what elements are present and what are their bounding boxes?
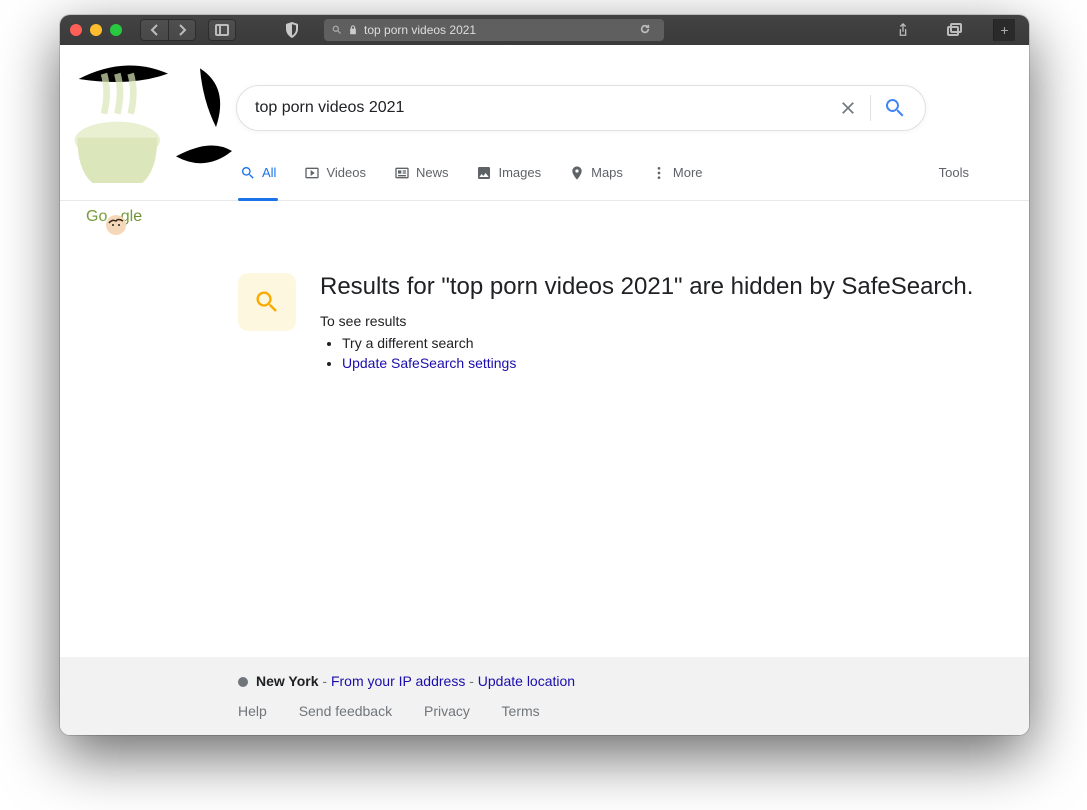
tab-videos-label: Videos xyxy=(326,165,366,180)
video-icon xyxy=(304,165,320,181)
privacy-shield-icon[interactable] xyxy=(278,19,306,41)
notice-bullet-1: Try a different search xyxy=(342,335,973,351)
search-icon xyxy=(883,96,907,120)
share-button[interactable] xyxy=(889,19,917,41)
tab-all-label: All xyxy=(262,165,276,180)
address-bar[interactable]: top porn videos 2021 xyxy=(324,19,664,41)
search-header: Go ogle xyxy=(60,45,1029,145)
search-divider xyxy=(870,95,871,121)
window-controls xyxy=(70,24,122,36)
google-doodle-logo[interactable]: Go ogle xyxy=(72,63,232,143)
image-icon xyxy=(476,165,492,181)
search-box xyxy=(236,85,926,131)
page-content: Go ogle xyxy=(60,45,1029,735)
location-info: New York - From your IP address - Update… xyxy=(238,673,1029,689)
footer-sep2: - xyxy=(465,673,477,689)
safesearch-notice: Results for "top porn videos 2021" are h… xyxy=(238,273,1029,375)
tab-news-label: News xyxy=(416,165,449,180)
search-button[interactable] xyxy=(873,88,917,128)
tab-more[interactable]: More xyxy=(649,145,705,200)
update-location-link[interactable]: Update location xyxy=(478,673,575,689)
tools-button[interactable]: Tools xyxy=(939,165,969,180)
address-search-icon xyxy=(332,25,342,35)
map-pin-icon xyxy=(569,165,585,181)
location-city: New York xyxy=(256,673,319,689)
window-maximize-button[interactable] xyxy=(110,24,122,36)
page-footer: New York - From your IP address - Update… xyxy=(60,657,1029,735)
nav-buttons xyxy=(140,19,196,41)
tab-videos[interactable]: Videos xyxy=(302,145,368,200)
footer-links: Help Send feedback Privacy Terms xyxy=(238,703,1029,719)
back-button[interactable] xyxy=(140,19,168,41)
news-icon xyxy=(394,165,410,181)
notice-emblem xyxy=(238,273,296,331)
footer-help-link[interactable]: Help xyxy=(238,703,267,719)
tab-images-label: Images xyxy=(498,165,541,180)
tools-label: Tools xyxy=(939,165,969,180)
footer-privacy-link[interactable]: Privacy xyxy=(424,703,470,719)
from-ip-link[interactable]: From your IP address xyxy=(331,673,465,689)
window-close-button[interactable] xyxy=(70,24,82,36)
new-tab-button[interactable]: + xyxy=(993,19,1015,41)
footer-terms-link[interactable]: Terms xyxy=(502,703,540,719)
forward-button[interactable] xyxy=(168,19,196,41)
window-minimize-button[interactable] xyxy=(90,24,102,36)
update-safesearch-link[interactable]: Update SafeSearch settings xyxy=(342,355,516,371)
footer-feedback-link[interactable]: Send feedback xyxy=(299,703,392,719)
tab-news[interactable]: News xyxy=(392,145,451,200)
close-icon xyxy=(838,98,858,118)
tab-more-label: More xyxy=(673,165,703,180)
notice-subtitle: To see results xyxy=(320,313,973,329)
lock-icon xyxy=(348,25,358,35)
browser-toolbar: top porn videos 2021 + xyxy=(60,15,1029,45)
tab-maps-label: Maps xyxy=(591,165,623,180)
search-icon xyxy=(253,288,281,316)
location-dot-icon xyxy=(238,677,248,687)
address-text: top porn videos 2021 xyxy=(364,23,476,37)
tabs-overview-button[interactable] xyxy=(941,19,969,41)
search-input[interactable] xyxy=(255,99,828,117)
tab-all[interactable]: All xyxy=(238,145,278,200)
sidebar-toggle-button[interactable] xyxy=(208,19,236,41)
notice-heading: Results for "top porn videos 2021" are h… xyxy=(320,273,973,301)
results-area: Results for "top porn videos 2021" are h… xyxy=(60,201,1029,657)
browser-window: top porn videos 2021 + Go xyxy=(60,15,1029,735)
more-vertical-icon xyxy=(651,165,667,181)
search-icon xyxy=(240,165,256,181)
footer-sep1: - xyxy=(319,673,331,689)
tab-images[interactable]: Images xyxy=(474,145,543,200)
notice-body: Results for "top porn videos 2021" are h… xyxy=(320,273,973,375)
tab-maps[interactable]: Maps xyxy=(567,145,625,200)
reload-button[interactable] xyxy=(640,21,656,39)
clear-button[interactable] xyxy=(828,88,868,128)
google-logo-text: Go ogle xyxy=(86,208,246,226)
